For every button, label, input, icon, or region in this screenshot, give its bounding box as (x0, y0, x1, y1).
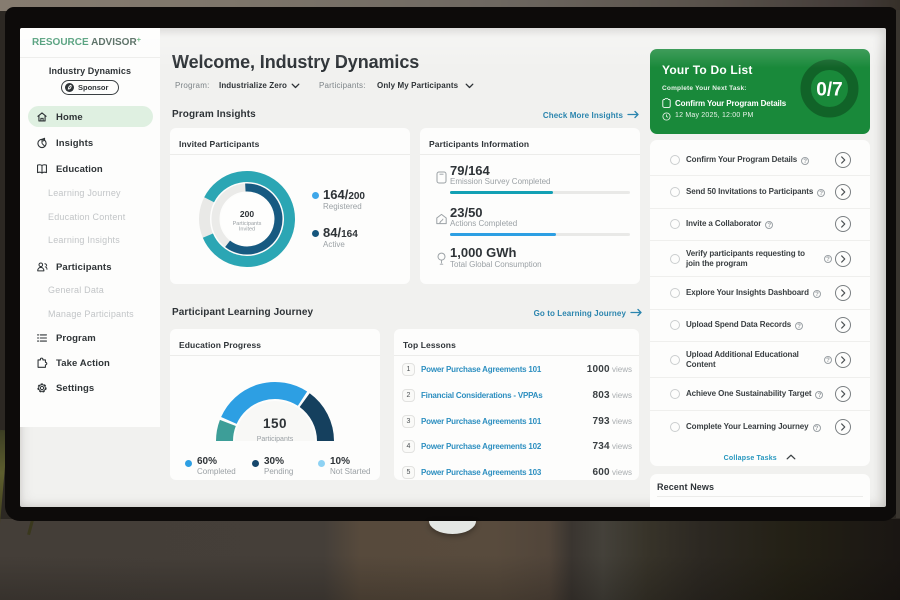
svg-text:0/7: 0/7 (816, 80, 842, 101)
svg-text:150: 150 (263, 416, 287, 431)
svg-text:200: 200 (240, 209, 254, 219)
svg-text:Invited: Invited (239, 227, 255, 233)
svg-text:Participants: Participants (257, 436, 294, 443)
